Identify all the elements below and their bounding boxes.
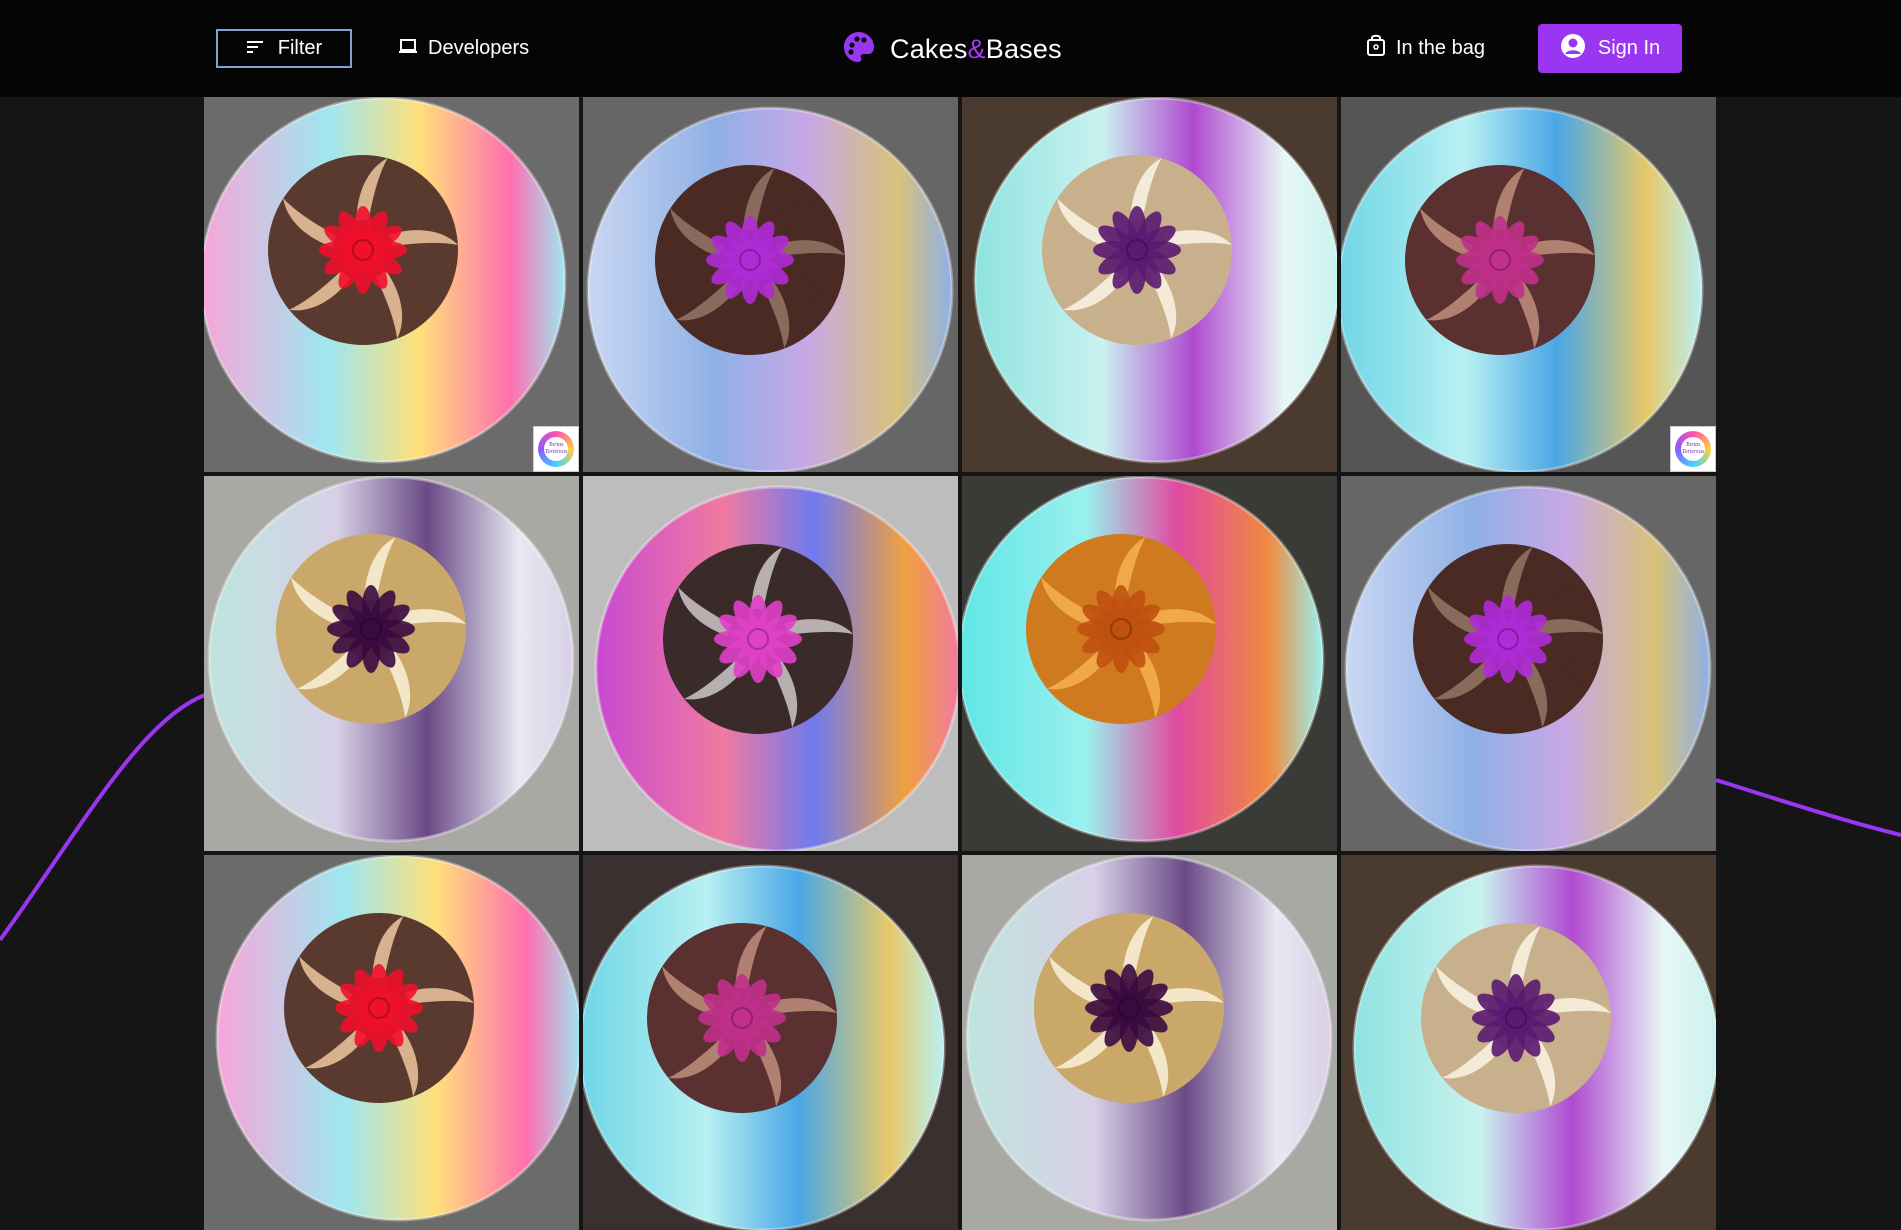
sign-in-label: Sign In <box>1597 37 1661 59</box>
laptop-icon <box>398 37 418 60</box>
cake-photo <box>583 97 958 472</box>
gallery-item[interactable] <box>962 97 1337 472</box>
product-gallery: Tortas Tortereas Tortas Tortereas <box>204 97 1716 1230</box>
cake-photo <box>1341 476 1716 851</box>
user-icon <box>1560 33 1586 65</box>
site-logo[interactable]: Cakes&Bases <box>842 26 1062 72</box>
top-nav-bar: Filter Developers Cakes&Bases In the bag… <box>0 0 1901 97</box>
gallery-item[interactable] <box>204 476 579 851</box>
cake-photo <box>1341 855 1716 1230</box>
logo-text: Cakes&Bases <box>890 33 1062 64</box>
badge-logo: Tortas Tortereas <box>538 431 574 467</box>
gallery-item[interactable] <box>204 855 579 1230</box>
badge-logo: Tortas Tortereas <box>1675 431 1711 467</box>
badge-text: Tortas Tortereas <box>1681 437 1705 461</box>
brand-badge: Tortas Tortereas <box>533 426 579 472</box>
cake-photo <box>204 855 579 1230</box>
gallery-item[interactable] <box>1341 855 1716 1230</box>
cake-photo <box>962 476 1337 851</box>
badge-text: Tortas Tortereas <box>544 437 568 461</box>
cake-photo <box>962 97 1337 472</box>
bag-link[interactable]: In the bag <box>1366 30 1485 66</box>
gallery-item[interactable]: Tortas Tortereas <box>204 97 579 472</box>
filter-button[interactable]: Filter <box>216 29 352 68</box>
filter-icon <box>246 37 264 60</box>
gallery-item[interactable] <box>583 97 958 472</box>
cake-photo <box>1341 97 1716 472</box>
cake-photo <box>583 476 958 851</box>
brand-badge: Tortas Tortereas <box>1670 426 1716 472</box>
palette-icon <box>842 30 876 69</box>
gallery-item[interactable] <box>962 855 1337 1230</box>
gallery-item[interactable] <box>583 476 958 851</box>
shopping-bag-icon <box>1366 33 1386 63</box>
cake-photo <box>962 855 1337 1230</box>
cake-photo <box>583 855 958 1230</box>
developers-link[interactable]: Developers <box>398 29 529 68</box>
sign-in-button[interactable]: Sign In <box>1538 24 1682 73</box>
filter-label: Filter <box>277 37 323 59</box>
gallery-item[interactable]: Tortas Tortereas <box>1341 97 1716 472</box>
cake-photo <box>204 97 579 472</box>
gallery-item[interactable] <box>583 855 958 1230</box>
developers-label: Developers <box>428 37 530 59</box>
gallery-item[interactable] <box>962 476 1337 851</box>
cake-photo <box>204 476 579 851</box>
gallery-item[interactable] <box>1341 476 1716 851</box>
bag-label: In the bag <box>1396 36 1485 59</box>
